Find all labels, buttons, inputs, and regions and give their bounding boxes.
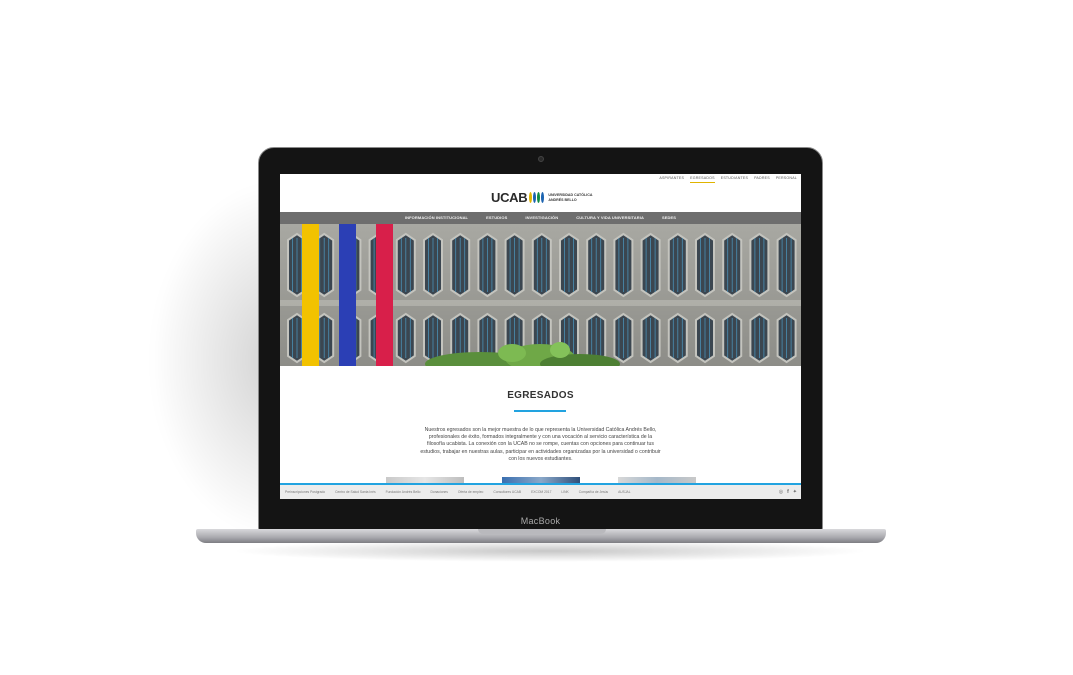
nav-item-4[interactable]: CULTURA Y VIDA UNIVERSITARIA [576, 215, 644, 220]
camera-icon [538, 156, 544, 162]
logo-leaf-1 [529, 192, 533, 203]
facebook-icon[interactable]: f [787, 489, 789, 495]
nav-item-1[interactable]: INFORMACIÓN INSTITUCIONAL [405, 215, 468, 220]
footer-link-4[interactable]: Donaciones [430, 490, 447, 494]
site-logo[interactable]: UCAB UNIVERSIDAD CATÓLICA ANDRÉS BELLO [491, 190, 592, 205]
hero-banner-3 [376, 224, 393, 366]
nav-item-2[interactable]: ESTUDIOS [486, 215, 507, 220]
laptop-screen: ASPIRANTES EGRESADOS ESTUDIANTES PADRES PERS… [280, 174, 801, 499]
intro-paragraph: Nuestros egresados son la mejor muestra … [420, 427, 661, 462]
footer-link-3[interactable]: Fundación Andrés Bello [386, 490, 421, 494]
top-link-egresados[interactable]: EGRESADOS [690, 176, 715, 183]
hero-banner-1 [302, 224, 319, 366]
mockup-stage: ASPIRANTES EGRESADOS ESTUDIANTES PADRES PERS… [0, 0, 1073, 675]
top-links: ASPIRANTES EGRESADOS ESTUDIANTES PADRES PERS… [659, 176, 797, 183]
top-link-padres[interactable]: PADRES [754, 176, 770, 183]
laptop-floor-shadow [230, 540, 870, 562]
footer-link-9[interactable]: Compañía de Jesús [579, 490, 608, 494]
page-title: EGRESADOS [507, 390, 574, 401]
top-link-aspirantes[interactable]: ASPIRANTES [659, 176, 684, 183]
footer-link-1[interactable]: Preinscripciones Postgrado [285, 490, 325, 494]
logo-leaf-4 [541, 192, 545, 203]
footer-link-8[interactable]: LINK [561, 490, 568, 494]
logo-line-2: ANDRÉS BELLO [548, 197, 577, 202]
nav-item-5[interactable]: SEDES [662, 215, 676, 220]
footer-link-2[interactable]: Centro de Salud Santa Inés [335, 490, 376, 494]
hero-banner-2 [339, 224, 356, 366]
main-nav-items: INFORMACIÓN INSTITUCIONAL ESTUDIOS INVESTI… [280, 215, 801, 220]
footer-link-7[interactable]: EXCOM 2017 [531, 490, 551, 494]
twitter-icon[interactable]: ✦ [793, 489, 797, 495]
device-label: MacBook [520, 516, 561, 526]
top-utility-bar: ASPIRANTES EGRESADOS ESTUDIANTES PADRES PERS… [280, 174, 801, 184]
logo-leaf-3 [537, 192, 541, 203]
hero-image [280, 224, 801, 366]
logo-abbrev: UCAB [491, 190, 528, 205]
laptop-notch [478, 529, 606, 534]
footer-links: Preinscripciones Postgrado Centro de Salu… [285, 490, 631, 494]
logo-leaf-2 [533, 192, 537, 203]
top-link-estudiantes[interactable]: ESTUDIANTES [721, 176, 748, 183]
footer-link-5[interactable]: Oferta de empleo [458, 490, 483, 494]
instagram-icon[interactable]: ◎ [779, 489, 783, 495]
footer-link-6[interactable]: Consultores UCAB [493, 490, 521, 494]
nav-item-3[interactable]: INVESTIGACIÓN [525, 215, 558, 220]
hero-building-illustration [280, 224, 801, 366]
main-nav: INFORMACIÓN INSTITUCIONAL ESTUDIOS INVESTI… [280, 212, 801, 224]
site-footer: Preinscripciones Postgrado Centro de Salu… [280, 485, 801, 499]
logo-subtitle: UNIVERSIDAD CATÓLICA ANDRÉS BELLO [548, 193, 592, 202]
top-link-personal[interactable]: PERSONAL [776, 176, 797, 183]
logo-leaves-icon [529, 192, 545, 203]
title-underline [514, 410, 566, 412]
social-links: ◎ f ✦ [779, 489, 797, 495]
footer-link-10[interactable]: AUSJAL [618, 490, 630, 494]
